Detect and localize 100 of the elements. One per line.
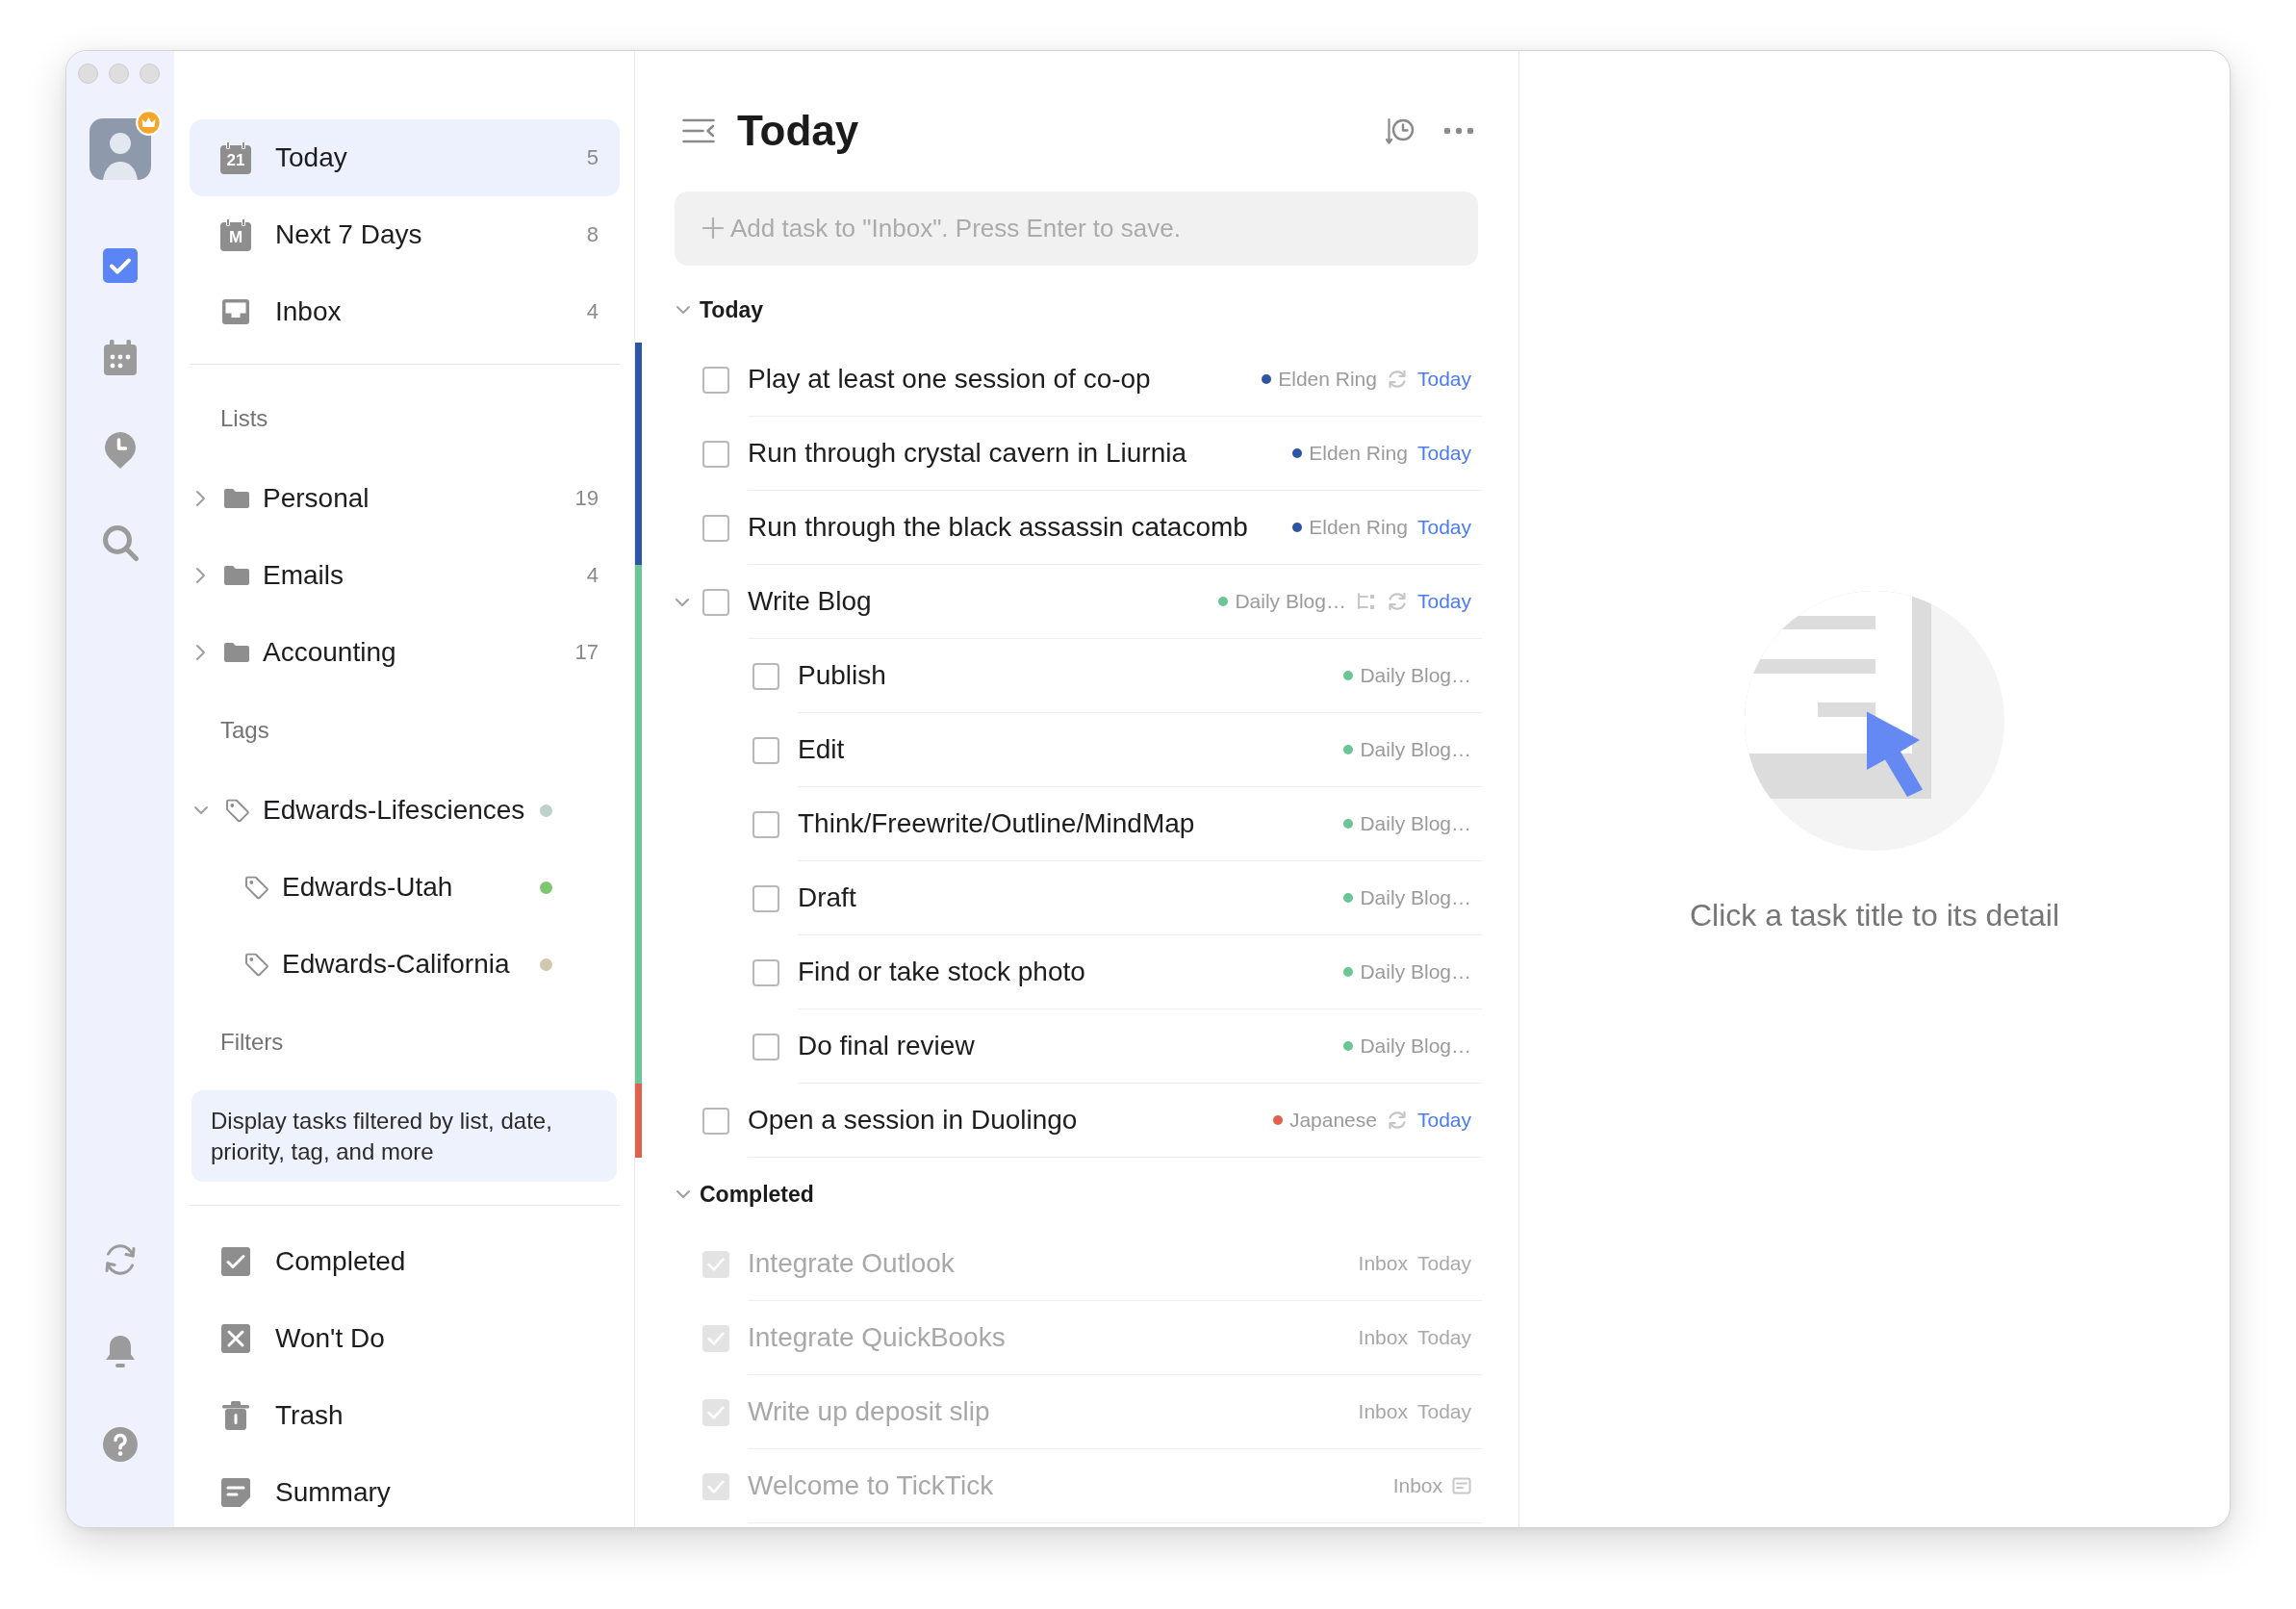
sidebar-item[interactable]: Personal 19 [190, 460, 620, 537]
checkbox[interactable] [753, 662, 779, 690]
checkmark-icon [707, 1405, 725, 1419]
sidebar-item[interactable]: Trash [190, 1377, 620, 1454]
task-title[interactable]: Find or take stock photo [798, 957, 1085, 987]
section-title: Completed [700, 1181, 814, 1209]
sidebar-item[interactable]: Edwards-California [190, 926, 620, 1003]
list-name: Daily Blog… [1360, 1034, 1471, 1058]
window-close-button[interactable] [78, 64, 98, 84]
task-title[interactable]: Run through crystal cavern in Liurnia [748, 438, 1186, 469]
due-date: Today [1416, 1252, 1471, 1275]
list-name: Elden Ring [1309, 516, 1408, 539]
task-title[interactable]: Do final review [798, 1031, 975, 1061]
checkbox[interactable] [702, 1107, 729, 1135]
chevron-right-icon[interactable] [193, 565, 207, 586]
checkbox[interactable] [702, 366, 729, 394]
sidebar-item[interactable]: Accounting 17 [190, 614, 620, 691]
item-count: 5 [586, 145, 599, 170]
plus-icon [702, 217, 724, 239]
sidebar-toggle-icon[interactable] [682, 118, 715, 143]
checkbox[interactable] [753, 736, 779, 764]
item-count: 4 [586, 299, 599, 324]
task-title[interactable]: Edit [798, 734, 845, 765]
inbox-icon [220, 297, 251, 326]
due-date: Today [1416, 1400, 1471, 1423]
item-count: 19 [574, 486, 599, 511]
crossed-box-icon [220, 1323, 251, 1354]
checkbox[interactable] [753, 1033, 779, 1060]
list-name: Daily Blog… [1360, 960, 1471, 983]
list-name: Daily Blog… [1360, 738, 1471, 761]
list-name: Elden Ring [1309, 442, 1408, 465]
more-icon[interactable] [1443, 127, 1474, 135]
task-title[interactable]: Open a session in Duolingo [748, 1105, 1078, 1136]
checkbox-icon[interactable] [101, 246, 140, 285]
history-icon[interactable] [1386, 116, 1415, 145]
checkbox[interactable] [702, 440, 729, 468]
list-name: Daily Blog… [1235, 590, 1346, 613]
item-count: 17 [574, 640, 599, 665]
due-date: Today [1416, 516, 1471, 539]
section-label: Tags [220, 717, 269, 743]
folder-icon [223, 488, 250, 509]
due-date: Today [1416, 590, 1471, 613]
item-count: 8 [586, 222, 599, 247]
task-title[interactable]: Think/Freewrite/Outline/MindMap [798, 808, 1195, 839]
checkmark-icon [707, 1257, 725, 1271]
chevron-down-icon[interactable] [676, 304, 691, 316]
list-name: Inbox [1358, 1252, 1408, 1275]
sidebar-item[interactable]: Edwards-Lifesciences [190, 772, 620, 849]
avatar[interactable] [89, 118, 151, 180]
sidebar-item[interactable]: Completed [190, 1223, 620, 1300]
sidebar-item[interactable]: Edwards-Utah [190, 849, 620, 926]
tag-icon [225, 798, 249, 823]
window-minimize-button[interactable] [109, 64, 129, 84]
list-name: Inbox [1358, 1400, 1408, 1423]
sidebar-item[interactable]: Won't Do [190, 1300, 620, 1377]
tag-icon [244, 952, 268, 977]
sidebar-item[interactable]: 21 Today 5 [190, 119, 620, 196]
trash-icon [220, 1400, 251, 1431]
list-name: Inbox [1392, 1474, 1442, 1497]
folder-icon [223, 565, 250, 586]
due-date: Today [1416, 1326, 1471, 1349]
help-icon[interactable] [101, 1425, 140, 1464]
section-label: Filters [220, 1029, 284, 1055]
task-title[interactable]: Draft [798, 882, 856, 913]
checkbox[interactable] [753, 884, 779, 912]
section-title: Today [700, 296, 764, 324]
filters-hint: Display tasks filtered by list, date, priority, tag, and more [191, 1090, 617, 1182]
sidebar-item[interactable]: M Next 7 Days 8 [190, 196, 620, 273]
sidebar-item[interactable]: Emails 4 [190, 537, 620, 614]
checkmark-icon [707, 1331, 725, 1345]
checkbox[interactable] [702, 514, 729, 542]
search-icon[interactable] [101, 524, 140, 562]
list-name: Daily Blog… [1360, 886, 1471, 909]
sidebar-item[interactable]: Summary [190, 1454, 620, 1527]
checked-box-icon [220, 1246, 251, 1277]
due-date: Today [1416, 442, 1471, 465]
tag-icon [244, 875, 268, 900]
section-label: Lists [220, 405, 268, 431]
task-title[interactable]: Publish [798, 660, 886, 691]
task-title[interactable]: Play at least one session of co-op [748, 364, 1151, 395]
checkbox[interactable] [753, 810, 779, 838]
calendar-icon[interactable] [101, 339, 140, 377]
empty-state-text: Click a task title to its detail [1689, 897, 2060, 934]
window-zoom-button[interactable] [140, 64, 160, 84]
checkbox[interactable] [702, 588, 729, 616]
chevron-down-icon[interactable] [675, 596, 690, 608]
checkmark-icon [707, 1479, 725, 1494]
chevron-right-icon[interactable] [193, 642, 207, 663]
task-title[interactable]: Run through the black assassin catacomb [748, 512, 1248, 543]
sidebar-item[interactable]: Inbox 4 [190, 273, 620, 350]
chevron-down-icon[interactable] [676, 1188, 691, 1200]
checkbox[interactable] [753, 958, 779, 986]
list-name: Japanese [1288, 1109, 1377, 1132]
subtasks-icon [1355, 592, 1377, 611]
due-date: Today [1416, 368, 1471, 391]
page-title: Today [737, 106, 859, 156]
chevron-right-icon[interactable] [193, 488, 207, 509]
add-task-field[interactable]: Add task to "Inbox". Press Enter to save. [675, 192, 1478, 266]
chevron-down-icon[interactable] [193, 804, 209, 816]
task-title[interactable]: Write Blog [748, 586, 872, 617]
